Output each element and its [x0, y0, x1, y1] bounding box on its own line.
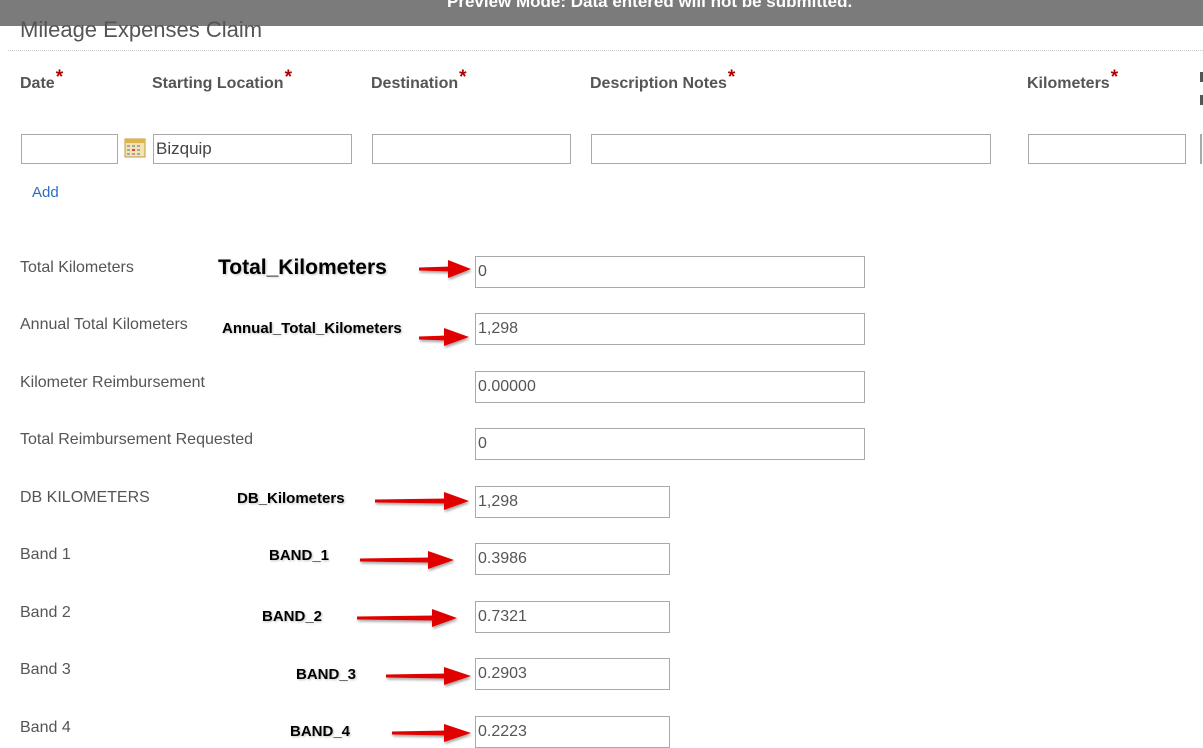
arrow-band-1: [360, 551, 454, 569]
arrow-annual-total-kilometers: [419, 328, 469, 346]
arrow-band-3: [386, 667, 471, 685]
annotation-arrows: [357, 260, 471, 742]
arrow-band-2: [357, 609, 457, 627]
arrow-db-kilometers: [375, 492, 469, 510]
arrow-band-4: [392, 724, 471, 742]
arrow-total-kilometers: [419, 260, 471, 278]
